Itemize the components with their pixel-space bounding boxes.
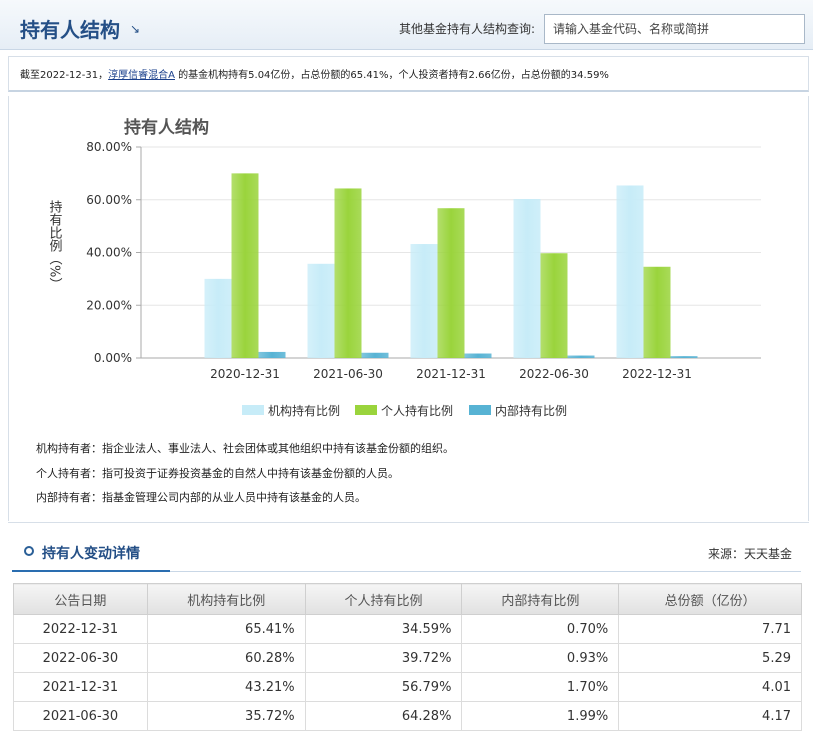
bar xyxy=(670,356,698,358)
note-institution: 机构持有者：指企业法人、事业法人、社会团体或其他组织中持有该基金份额的组织。 xyxy=(36,442,454,455)
summary-suffix: 的基金机构持有5.04亿份，占总份额的65.41%，个人投资者持有2.66亿份，… xyxy=(174,70,609,81)
x-tick-label: 2022-12-31 xyxy=(622,367,692,381)
legend-swatch xyxy=(355,405,377,415)
cell-institution: 60.28% xyxy=(146,643,306,673)
bar xyxy=(643,266,671,358)
note-internal: 内部持有者：指基金管理公司内部的从业人员中持有该基金的人员。 xyxy=(36,491,366,504)
cell-internal: 0.70% xyxy=(461,614,620,644)
y-tick-label: 40.00% xyxy=(86,246,132,260)
bar xyxy=(258,351,286,358)
page-title: 持有人结构 xyxy=(20,18,120,42)
table-row: 2021-06-30 35.72% 64.28% 1.99% 4.17 xyxy=(13,701,802,731)
details-title: 持有人变动详情 xyxy=(42,546,140,562)
table-row: 2021-12-31 43.21% 56.79% 1.70% 4.01 xyxy=(13,672,802,702)
chart-title: 持有人结构 xyxy=(124,117,209,138)
cell-institution: 65.41% xyxy=(146,614,306,644)
bar xyxy=(567,355,595,358)
bar xyxy=(464,353,492,358)
bar xyxy=(307,263,335,358)
bar xyxy=(616,185,644,358)
y-tick-label: 20.00% xyxy=(86,298,132,312)
col-header-individual[interactable]: 个人持有比例 xyxy=(304,583,463,615)
legend-swatch xyxy=(242,405,264,415)
arrow-down-right-icon[interactable]: ↘ xyxy=(130,22,140,36)
holder-structure-chart: 持有人结构持有比例（%） 0.00% 20.00% 40.00% 60.00% 80.00… xyxy=(47,117,761,418)
table-row: 2022-12-31 65.41% 34.59% 0.70% 7.71 xyxy=(13,614,802,644)
cell-individual: 34.59% xyxy=(304,614,463,644)
legend-label: 个人持有比例 xyxy=(381,403,453,418)
summary-text: 截至2022-12-31，淳厚信睿混合A 的基金机构持有5.04亿份，占总份额的… xyxy=(20,66,609,81)
circle-bullet-icon xyxy=(24,546,34,556)
page-header: 持有人结构 ↘ 其他基金持有人结构查询: xyxy=(0,0,813,50)
bar xyxy=(231,173,259,358)
col-header-date[interactable]: 公告日期 xyxy=(13,583,148,615)
col-header-internal[interactable]: 内部持有比例 xyxy=(461,583,620,615)
details-header: 持有人变动详情 来源：天天基金 xyxy=(12,534,801,572)
table-row: 2022-06-30 60.28% 39.72% 0.93% 5.29 xyxy=(13,643,802,673)
cell-date: 2022-12-31 xyxy=(13,614,148,644)
cell-institution: 35.72% xyxy=(146,701,306,731)
col-header-total-shares[interactable]: 总份额（亿份） xyxy=(618,583,802,615)
fund-name-link[interactable]: 淳厚信睿混合A xyxy=(108,70,175,81)
bar xyxy=(204,278,232,358)
x-tick-label: 2021-12-31 xyxy=(416,367,486,381)
cell-internal: 0.93% xyxy=(461,643,620,673)
y-tick-label: 60.00% xyxy=(86,193,132,207)
cell-individual: 39.72% xyxy=(304,643,463,673)
cell-total-shares: 4.17 xyxy=(618,701,802,731)
chart-panel: 持有人结构持有比例（%） 0.00% 20.00% 40.00% 60.00% 80.00… xyxy=(8,96,809,521)
y-axis-label: 持有比例（%） xyxy=(47,200,63,290)
holder-change-table: 公告日期 机构持有比例 个人持有比例 内部持有比例 总份额（亿份） 2022-1… xyxy=(13,583,802,731)
table-header-row: 公告日期 机构持有比例 个人持有比例 内部持有比例 总份额（亿份） xyxy=(13,583,802,615)
data-source: 来源：天天基金 xyxy=(707,547,792,561)
bar xyxy=(361,352,389,358)
legend-label: 内部持有比例 xyxy=(495,403,567,418)
query-label: 其他基金持有人结构查询: xyxy=(399,22,536,36)
y-tick-label: 0.00% xyxy=(94,351,132,365)
cell-internal: 1.99% xyxy=(461,701,620,731)
cell-date: 2021-12-31 xyxy=(13,672,148,702)
x-tick-label: 2020-12-31 xyxy=(210,367,280,381)
details-title-underline xyxy=(12,570,170,572)
note-individual: 个人持有者：指可投资于证券投资基金的自然人中持有该基金份额的人员。 xyxy=(36,467,399,480)
legend-swatch xyxy=(469,405,491,415)
cell-individual: 56.79% xyxy=(304,672,463,702)
y-tick-label: 80.00% xyxy=(86,140,132,154)
summary-prefix: 截至2022-12-31， xyxy=(20,70,109,81)
legend-label: 机构持有比例 xyxy=(268,403,340,418)
col-header-institution[interactable]: 机构持有比例 xyxy=(146,583,306,615)
cell-internal: 1.70% xyxy=(461,672,620,702)
x-tick-label: 2022-06-30 xyxy=(519,367,589,381)
cell-total-shares: 5.29 xyxy=(618,643,802,673)
cell-institution: 43.21% xyxy=(146,672,306,702)
cell-date: 2021-06-30 xyxy=(13,701,148,731)
bar xyxy=(437,208,465,358)
cell-total-shares: 4.01 xyxy=(618,672,802,702)
section-divider xyxy=(8,522,809,530)
bar xyxy=(513,199,541,358)
bar xyxy=(334,188,362,358)
cell-total-shares: 7.71 xyxy=(618,614,802,644)
bar xyxy=(410,244,438,358)
cell-date: 2022-06-30 xyxy=(13,643,148,673)
bar xyxy=(540,253,568,358)
x-tick-label: 2021-06-30 xyxy=(313,367,383,381)
fund-search-input[interactable] xyxy=(544,14,805,44)
cell-individual: 64.28% xyxy=(304,701,463,731)
